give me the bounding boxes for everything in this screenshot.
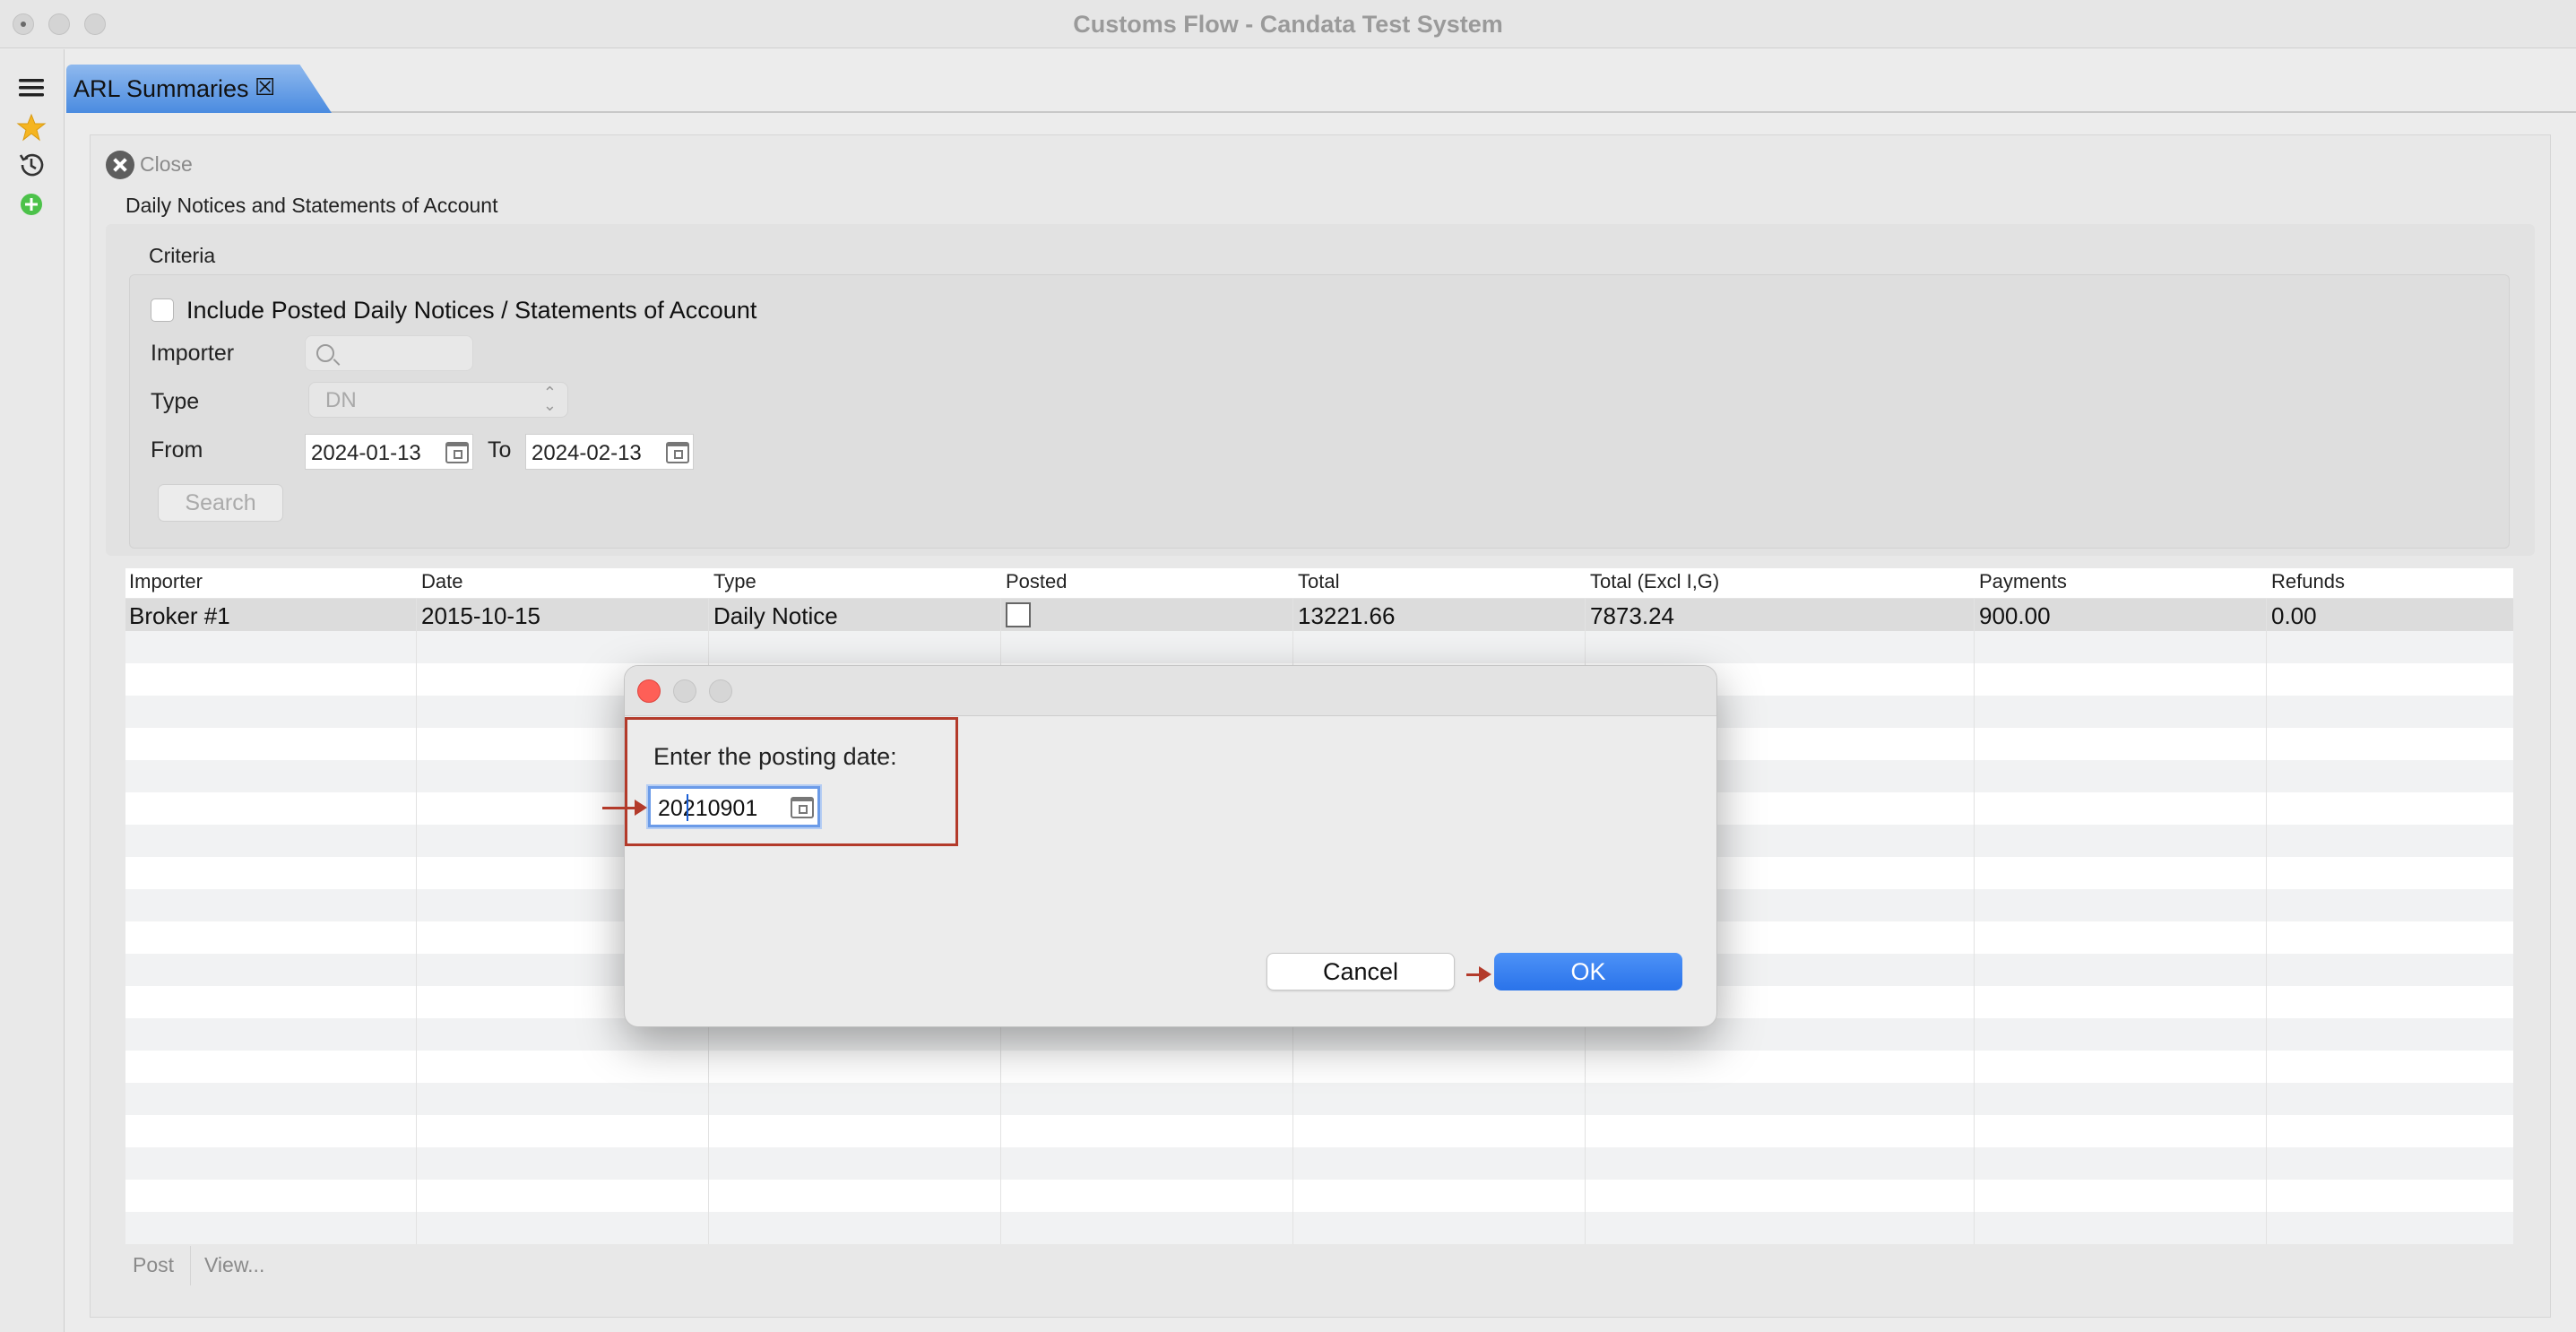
to-label: To	[488, 437, 512, 463]
table-header: Importer Date Type Posted Total Total (E…	[125, 568, 2513, 599]
updown-chevron-icon: ⌃ ⌄	[542, 384, 557, 414]
from-label: From	[151, 437, 203, 463]
column-divider	[2266, 599, 2267, 1244]
view-button[interactable]: View...	[204, 1253, 264, 1277]
column-header-posted[interactable]: Posted	[1006, 570, 1068, 593]
dialog-zoom-button[interactable]	[709, 679, 732, 703]
table-row-empty	[125, 1051, 2513, 1083]
type-label: Type	[151, 389, 200, 414]
cell-type: Daily Notice	[713, 602, 838, 629]
column-header-date[interactable]: Date	[421, 570, 462, 593]
table-row-empty	[125, 1083, 2513, 1115]
cell-refunds: 0.00	[2271, 602, 2317, 629]
dialog-minimize-button[interactable]	[673, 679, 696, 703]
column-header-payments[interactable]: Payments	[1979, 570, 2067, 593]
type-value: DN	[325, 388, 357, 412]
add-icon[interactable]	[16, 189, 47, 220]
footer-divider	[190, 1246, 191, 1285]
calendar-icon[interactable]	[666, 442, 689, 463]
column-divider	[1974, 599, 1975, 1244]
cell-posted-checkbox[interactable]	[1006, 602, 1031, 627]
tab-strip: ARL Summaries ☒	[66, 61, 2576, 113]
left-toolbar	[0, 49, 65, 1332]
from-date-input[interactable]: 2024-01-13	[305, 434, 473, 470]
close-circle-icon	[106, 151, 134, 179]
cell-total-excl: 7873.24	[1590, 602, 1674, 629]
tab-label: ARL Summaries	[73, 75, 249, 102]
menu-icon[interactable]	[16, 73, 47, 103]
cell-importer: Broker #1	[129, 602, 230, 629]
tab-arl-summaries[interactable]: ARL Summaries ☒	[66, 65, 332, 113]
column-divider	[416, 599, 417, 1244]
include-posted-checkbox[interactable]	[151, 298, 174, 322]
annotation-highlight-box	[625, 717, 958, 846]
column-header-refunds[interactable]: Refunds	[2271, 570, 2345, 593]
from-date-value: 2024-01-13	[311, 441, 421, 465]
search-button[interactable]: Search	[158, 484, 283, 522]
table-row-empty	[125, 1115, 2513, 1147]
table-row-empty	[125, 1147, 2513, 1180]
cell-payments: 900.00	[1979, 602, 2051, 629]
search-icon	[316, 344, 334, 362]
importer-search-input[interactable]	[305, 335, 473, 371]
table-row-empty	[125, 631, 2513, 663]
column-header-total-excl[interactable]: Total (Excl I,G)	[1590, 570, 1719, 593]
cell-date: 2015-10-15	[421, 602, 540, 629]
annotation-arrow-icon	[602, 800, 647, 816]
dialog-title-bar	[625, 666, 1716, 716]
window-title-bar: Customs Flow - Candata Test System	[0, 0, 2576, 48]
column-header-importer[interactable]: Importer	[129, 570, 203, 593]
table-footer: Post View...	[125, 1246, 2513, 1287]
calendar-icon[interactable]	[445, 442, 469, 463]
ok-button[interactable]: OK	[1494, 953, 1682, 990]
close-tab-icon[interactable]: ☒	[255, 74, 275, 101]
dialog-close-button[interactable]	[637, 679, 661, 703]
column-header-type[interactable]: Type	[713, 570, 756, 593]
include-posted-label[interactable]: Include Posted Daily Notices / Statement…	[186, 297, 756, 324]
close-label: Close	[140, 152, 193, 176]
annotation-arrow-icon	[1466, 966, 1491, 982]
table-row-empty	[125, 1180, 2513, 1212]
to-date-value: 2024-02-13	[532, 441, 642, 465]
cancel-button[interactable]: Cancel	[1266, 953, 1455, 990]
window-title: Customs Flow - Candata Test System	[1073, 11, 1503, 38]
star-icon[interactable]	[16, 112, 47, 143]
post-button[interactable]: Post	[133, 1253, 174, 1277]
history-icon[interactable]	[16, 150, 47, 180]
criteria-title: Criteria	[149, 244, 216, 267]
table-row-empty	[125, 1212, 2513, 1244]
to-date-input[interactable]: 2024-02-13	[525, 434, 694, 470]
table-row[interactable]: Broker #1 2015-10-15 Daily Notice 13221.…	[125, 599, 2513, 631]
column-header-total[interactable]: Total	[1298, 570, 1339, 593]
cell-total: 13221.66	[1298, 602, 1396, 629]
type-select[interactable]: DN ⌃ ⌄	[308, 382, 568, 418]
section-title: Daily Notices and Statements of Account	[125, 194, 498, 217]
importer-label: Importer	[151, 341, 235, 366]
